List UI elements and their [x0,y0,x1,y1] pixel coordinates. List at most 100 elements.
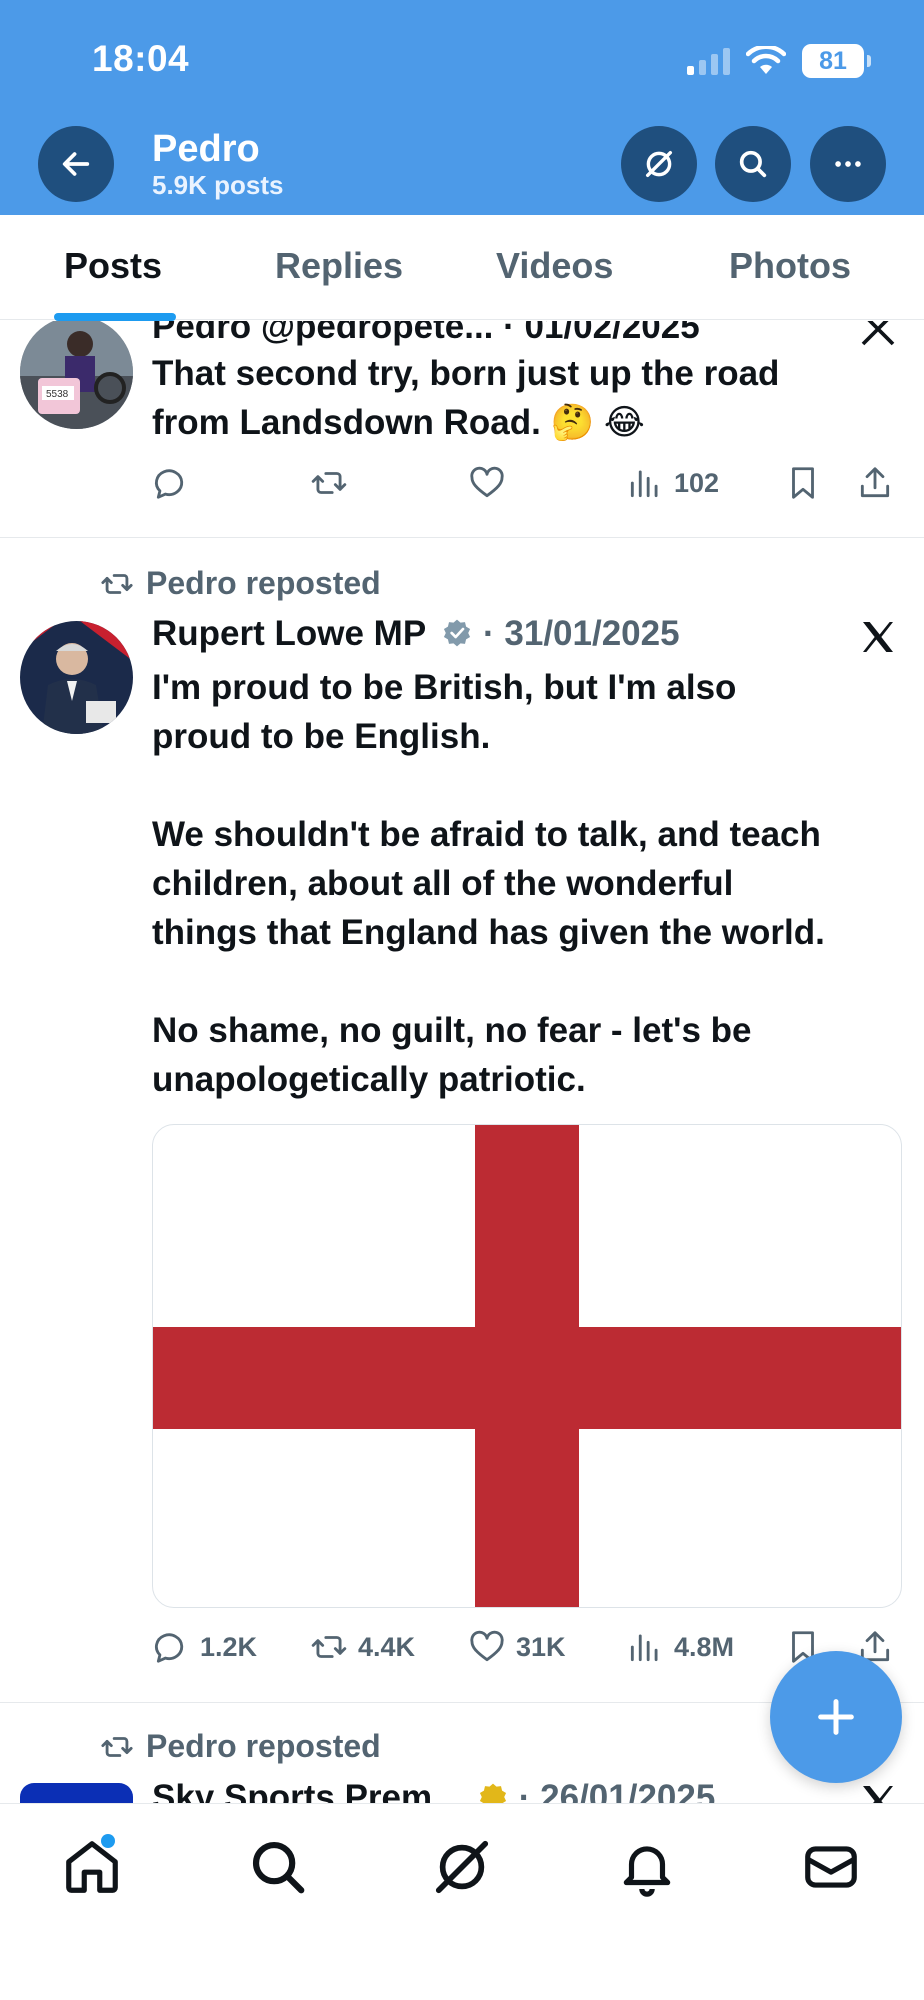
bottom-navigation [0,1803,924,2000]
tweet-text-line: children, about all of the wonderful [152,864,734,903]
bookmark-button[interactable] [784,464,822,502]
more-button[interactable] [810,126,886,202]
tweet-text-line: unapologetically patriotic. [152,1060,586,1099]
plus-icon [818,1699,854,1735]
tweet-text-line: That second try, born just up the road [152,354,780,393]
tab-videos[interactable]: Videos [496,245,613,287]
tab-replies[interactable]: Replies [275,245,403,287]
search-icon [252,1841,305,1894]
like-icon [470,466,504,498]
nav-notifications[interactable] [616,1836,678,1898]
active-tab-indicator [54,313,176,321]
compose-post-button[interactable] [770,1651,902,1783]
author-name[interactable]: Sky Sports Prem... [152,1778,461,1803]
flag-cross-horizontal [153,1327,901,1429]
tweet-text: That second try, born just up the road f… [152,349,779,447]
tweet-date: · 26/01/2025 [518,1778,716,1803]
tweet-text-line: from Landsdown Road. 🤔 😂 [152,403,645,442]
views-button[interactable]: 102 [626,464,719,502]
tweet-text-line: proud to be English. [152,717,491,756]
tweet-text: I'm proud to be British, but I'm also pr… [152,663,825,1104]
repost-icon [101,573,133,594]
bookmark-icon [792,467,814,499]
profile-tabs: Posts Replies Videos Photos [0,215,924,321]
repost-icon [101,1736,133,1757]
tab-posts[interactable]: Posts [64,245,162,287]
posts-count: 5.9K posts [152,170,284,200]
tweet-text-line: We shouldn't be afraid to talk, and teac… [152,815,821,854]
repost-button[interactable] [310,464,348,502]
views-count: 4.8M [674,1631,735,1662]
search-button[interactable] [715,126,791,202]
repost-label: Pedro reposted [100,565,381,602]
repost-button[interactable]: 4.4K [310,1628,415,1666]
back-arrow-icon [62,152,90,176]
grok-icon [645,150,673,178]
share-icon [860,467,890,498]
reply-icon [155,469,184,499]
notification-dot [101,1834,115,1848]
like-icon [470,1630,504,1662]
verified-badge-icon [479,1783,507,1803]
tweet-header: Pedro @pedropete... · 01/02/2025 [152,321,700,346]
bell-icon [623,1846,671,1897]
nav-grok[interactable] [431,1836,493,1898]
signal-icon [687,47,730,75]
svg-text:5538: 5538 [46,389,69,400]
repost-label: Pedro reposted [100,1728,381,1765]
tweet-header: Rupert Lowe MP · 31/01/2025 [152,614,680,654]
battery-indicator: 81 [802,44,871,78]
status-icons: 81 [687,44,871,78]
tweet-actions: 102 [152,464,902,508]
repost-icon [311,1636,347,1658]
tweet-text-line: things that England has given the world. [152,913,825,952]
battery-level: 81 [819,46,847,75]
search-icon [739,150,767,178]
like-count: 31K [516,1631,566,1662]
views-button[interactable]: 4.8M [626,1628,734,1666]
reply-count: 1.2K [200,1631,258,1662]
avatar[interactable]: 5538 [20,321,133,429]
repost-count: 4.4K [358,1631,416,1662]
author-name[interactable]: Rupert Lowe MP [152,614,426,653]
reply-button[interactable] [152,464,190,502]
verified-badge-icon [444,619,471,647]
status-time: 18:04 [92,38,190,79]
avatar[interactable] [20,621,133,734]
views-count: 102 [674,467,720,498]
nav-home[interactable] [61,1834,123,1898]
tweet-text-line: No shame, no guilt, no fear - let's be [152,1011,752,1050]
reply-icon [155,1633,184,1663]
like-button[interactable] [468,464,506,502]
share-button[interactable] [856,464,894,502]
wifi-icon [746,46,786,74]
tweet-header: Sky Sports Prem... · 26/01/2025 [152,1778,715,1803]
grok-icon [435,1840,489,1894]
x-logo-icon [861,321,895,346]
like-button[interactable]: 31K [468,1628,566,1666]
profile-name: Pedro [152,128,260,170]
tweet-date: · 31/01/2025 [483,614,680,653]
reply-button[interactable]: 1.2K [152,1628,257,1666]
tweet-actions: 1.2K 4.4K 31K 4.8M [152,1628,902,1672]
tweet-text-line: I'm proud to be British, but I'm also [152,668,737,707]
repost-icon [311,472,347,494]
back-button[interactable] [38,126,114,202]
views-icon [630,1634,658,1662]
repost-label-text: Pedro reposted [146,1728,381,1764]
posts-feed[interactable]: 5538 Pedro @pedropete... · 01/02/2025 Th… [0,321,924,1803]
grok-button[interactable] [621,126,697,202]
repost-label-text: Pedro reposted [146,565,381,601]
profile-header: 18:04 81 Pedro 5.9K posts [0,0,924,215]
avatar[interactable] [20,1783,133,1803]
tab-photos[interactable]: Photos [729,245,851,287]
tweet-divider [0,537,924,538]
x-logo-icon [863,622,893,652]
tweet-image-england-flag[interactable] [152,1124,902,1608]
views-icon [630,470,658,498]
home-icon [66,1841,118,1893]
more-icon [835,161,861,167]
nav-messages[interactable] [800,1836,862,1898]
x-logo-icon [863,1786,893,1803]
nav-search[interactable] [247,1836,309,1898]
